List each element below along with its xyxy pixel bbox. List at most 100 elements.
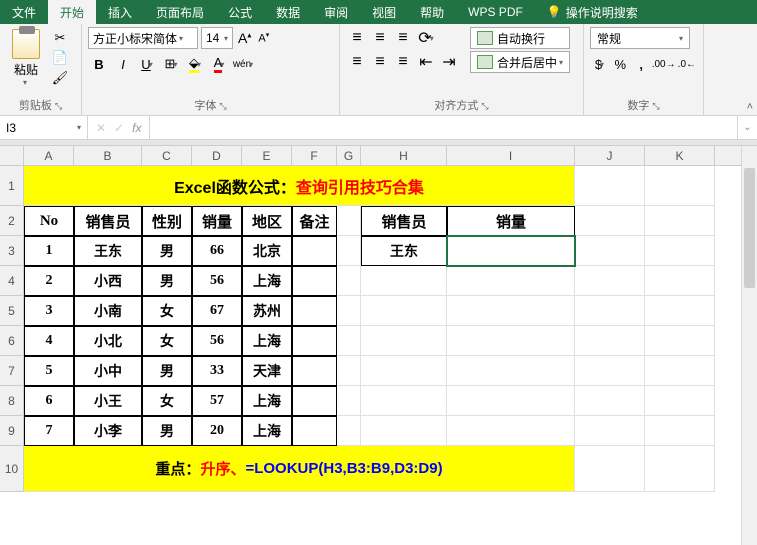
- title-cell[interactable]: Excel函数公式：查询引用技巧合集: [24, 166, 575, 206]
- scroll-thumb[interactable]: [744, 168, 755, 288]
- cell-G3[interactable]: [337, 236, 361, 266]
- cell-remark-4[interactable]: [292, 266, 337, 296]
- vertical-scrollbar[interactable]: [741, 146, 757, 545]
- tab-home[interactable]: 开始: [48, 0, 96, 24]
- cell-remark-5[interactable]: [292, 296, 337, 326]
- row-header-1[interactable]: 1: [0, 166, 23, 206]
- cell-name-6[interactable]: 小北: [74, 326, 142, 356]
- cell-K6[interactable]: [645, 326, 715, 356]
- name-box[interactable]: I3▾: [0, 116, 88, 139]
- cell-J1[interactable]: [575, 166, 645, 206]
- cell-I7[interactable]: [447, 356, 575, 386]
- align-top-button[interactable]: ≡: [346, 27, 368, 49]
- tab-wps-pdf[interactable]: WPS PDF: [456, 0, 535, 24]
- cell-G9[interactable]: [337, 416, 361, 446]
- increase-decimal-button[interactable]: .00→: [653, 53, 675, 75]
- col-header-A[interactable]: A: [24, 146, 74, 165]
- hdr-gender[interactable]: 性别: [142, 206, 192, 236]
- cell-remark-8[interactable]: [292, 386, 337, 416]
- cell-name-5[interactable]: 小南: [74, 296, 142, 326]
- cell-K7[interactable]: [645, 356, 715, 386]
- cell-I8[interactable]: [447, 386, 575, 416]
- cell-no-3[interactable]: 1: [24, 236, 74, 266]
- align-right-button[interactable]: ≡: [392, 51, 414, 73]
- row-headers[interactable]: 12345678910: [0, 166, 24, 492]
- cell-no-5[interactable]: 3: [24, 296, 74, 326]
- col-header-H[interactable]: H: [361, 146, 447, 165]
- tab-view[interactable]: 视图: [360, 0, 408, 24]
- comma-button[interactable]: ,: [632, 53, 651, 75]
- tab-formulas[interactable]: 公式: [216, 0, 264, 24]
- tab-insert[interactable]: 插入: [96, 0, 144, 24]
- number-format-combo[interactable]: 常规▾: [590, 27, 690, 49]
- cell-gender-7[interactable]: 男: [142, 356, 192, 386]
- copy-button[interactable]: 📄: [50, 49, 70, 67]
- shrink-font-button[interactable]: A▾: [256, 31, 271, 45]
- cell-remark-3[interactable]: [292, 236, 337, 266]
- cell-qty-6[interactable]: 56: [192, 326, 242, 356]
- cell-remark-9[interactable]: [292, 416, 337, 446]
- cell-region-9[interactable]: 上海: [242, 416, 292, 446]
- cell-name-9[interactable]: 小李: [74, 416, 142, 446]
- cell-I5[interactable]: [447, 296, 575, 326]
- col-header-G[interactable]: G: [337, 146, 361, 165]
- cell-K8[interactable]: [645, 386, 715, 416]
- cell-H6[interactable]: [361, 326, 447, 356]
- cell-qty-3[interactable]: 66: [192, 236, 242, 266]
- cancel-icon[interactable]: ✕: [96, 121, 106, 135]
- hdr-remark[interactable]: 备注: [292, 206, 337, 236]
- orientation-button[interactable]: ⟳▾: [415, 27, 437, 49]
- cell-remark-6[interactable]: [292, 326, 337, 356]
- col-header-B[interactable]: B: [74, 146, 142, 165]
- row-header-4[interactable]: 4: [0, 266, 23, 296]
- cell-J2[interactable]: [575, 206, 645, 236]
- cell-G8[interactable]: [337, 386, 361, 416]
- row-header-2[interactable]: 2: [0, 206, 23, 236]
- align-center-button[interactable]: ≡: [369, 51, 391, 73]
- formula-input[interactable]: [150, 116, 737, 139]
- cell-qty-4[interactable]: 56: [192, 266, 242, 296]
- col-header-C[interactable]: C: [142, 146, 192, 165]
- note-cell[interactable]: 重点：升序、=LOOKUP(H3,B3:B9,D3:D9): [24, 446, 575, 492]
- paste-button[interactable]: 粘贴 ▾: [6, 27, 46, 95]
- tab-review[interactable]: 审阅: [312, 0, 360, 24]
- cell-gender-3[interactable]: 男: [142, 236, 192, 266]
- fill-color-button[interactable]: ⬙▾: [184, 53, 206, 75]
- increase-indent-button[interactable]: ⇥: [438, 51, 460, 73]
- fx-icon[interactable]: fx: [132, 121, 141, 135]
- tab-page-layout[interactable]: 页面布局: [144, 0, 216, 24]
- select-all-corner[interactable]: [0, 146, 24, 166]
- cell-J4[interactable]: [575, 266, 645, 296]
- cell-region-7[interactable]: 天津: [242, 356, 292, 386]
- hdr-region[interactable]: 地区: [242, 206, 292, 236]
- cell-no-6[interactable]: 4: [24, 326, 74, 356]
- cell-H9[interactable]: [361, 416, 447, 446]
- tab-file[interactable]: 文件: [0, 0, 48, 24]
- cell-K4[interactable]: [645, 266, 715, 296]
- col-header-I[interactable]: I: [447, 146, 575, 165]
- underline-button[interactable]: U▾: [136, 53, 158, 75]
- cell-H4[interactable]: [361, 266, 447, 296]
- align-left-button[interactable]: ≡: [346, 51, 368, 73]
- cell-H7[interactable]: [361, 356, 447, 386]
- cell-J5[interactable]: [575, 296, 645, 326]
- cells-area[interactable]: Excel函数公式：查询引用技巧合集No销售员性别销量地区备注销售员销量王东1王…: [24, 166, 757, 545]
- cell-J6[interactable]: [575, 326, 645, 356]
- cell-gender-9[interactable]: 男: [142, 416, 192, 446]
- bold-button[interactable]: B: [88, 53, 110, 75]
- align-middle-button[interactable]: ≡: [369, 27, 391, 49]
- cell-name-7[interactable]: 小中: [74, 356, 142, 386]
- formula-bar-expand[interactable]: ⌄: [737, 116, 757, 139]
- hdr-no[interactable]: No: [24, 206, 74, 236]
- cell-remark-7[interactable]: [292, 356, 337, 386]
- decrease-decimal-button[interactable]: .0←: [677, 53, 697, 75]
- cell-region-3[interactable]: 北京: [242, 236, 292, 266]
- row-header-3[interactable]: 3: [0, 236, 23, 266]
- row-header-7[interactable]: 7: [0, 356, 23, 386]
- cell-J3[interactable]: [575, 236, 645, 266]
- cell-I6[interactable]: [447, 326, 575, 356]
- italic-button[interactable]: I: [112, 53, 134, 75]
- cell-gender-5[interactable]: 女: [142, 296, 192, 326]
- cell-I4[interactable]: [447, 266, 575, 296]
- cell-G6[interactable]: [337, 326, 361, 356]
